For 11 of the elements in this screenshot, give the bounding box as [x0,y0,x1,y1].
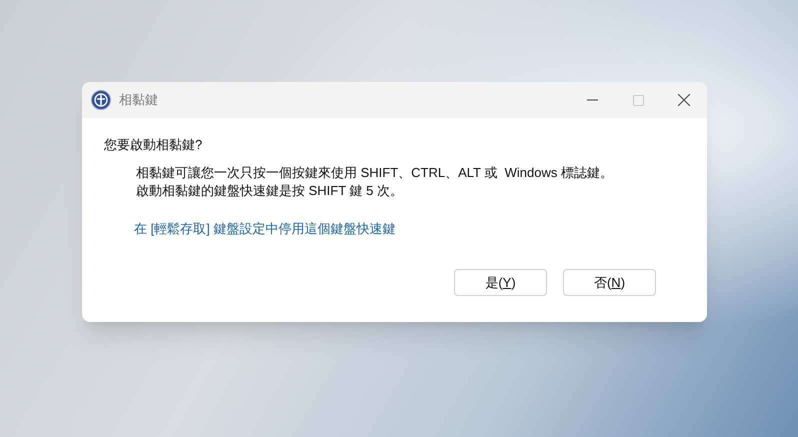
dialog-heading: 您要啟動相黏鍵? [104,136,204,154]
accessibility-icon [91,90,111,110]
description-text: 啟動相黏鍵的鍵盤快速鍵是按 SHIFT 鍵 5 次。 [136,182,404,200]
dialog-button[interactable]: 是(Y) [454,269,547,296]
maximize-icon [632,94,644,106]
settings-link[interactable]: 在 [輕鬆存取] 鍵盤設定中停用這個鍵盤快速鍵 [134,220,396,238]
minimize-icon [586,99,598,101]
dialog-button[interactable]: 否(N) [563,269,656,296]
close-icon [678,94,690,106]
description-text: 相黏鍵可讓您一次只按一個按鍵來使用 SHIFT、CTRL、ALT 或 Windows 標誌鍵。 [136,164,614,182]
window-title: 相黏鍵 [119,91,158,110]
